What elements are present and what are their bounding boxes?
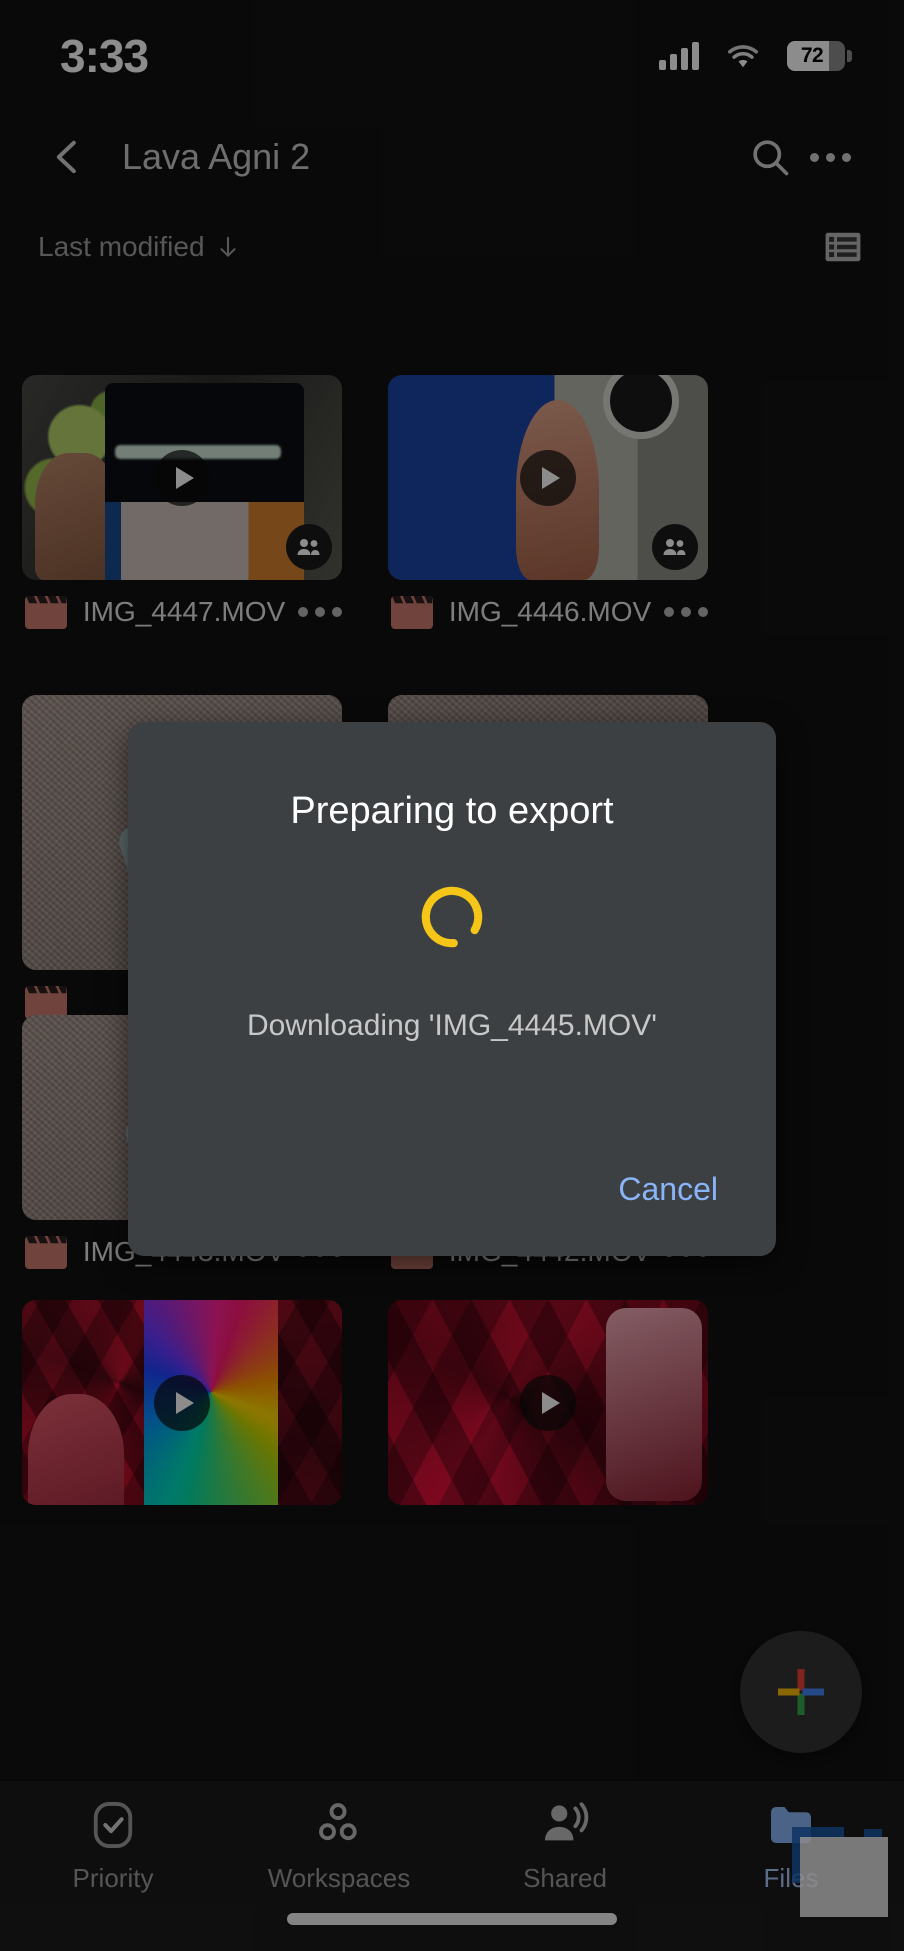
dialog-title: Preparing to export (290, 790, 614, 832)
export-progress-dialog: Preparing to export Downloading 'IMG_444… (128, 722, 776, 1256)
phone-screen: 3:33 72 Lava Agni 2 Last modified IMG_44… (0, 0, 904, 1951)
loading-spinner-icon (421, 886, 483, 948)
dialog-actions: Cancel (600, 1155, 736, 1224)
cancel-button[interactable]: Cancel (600, 1155, 736, 1224)
battery-percent-label: 72 (800, 44, 824, 67)
dialog-message: Downloading 'IMG_4445.MOV' (247, 1009, 657, 1042)
dialog-spinner-wrap (164, 881, 740, 953)
